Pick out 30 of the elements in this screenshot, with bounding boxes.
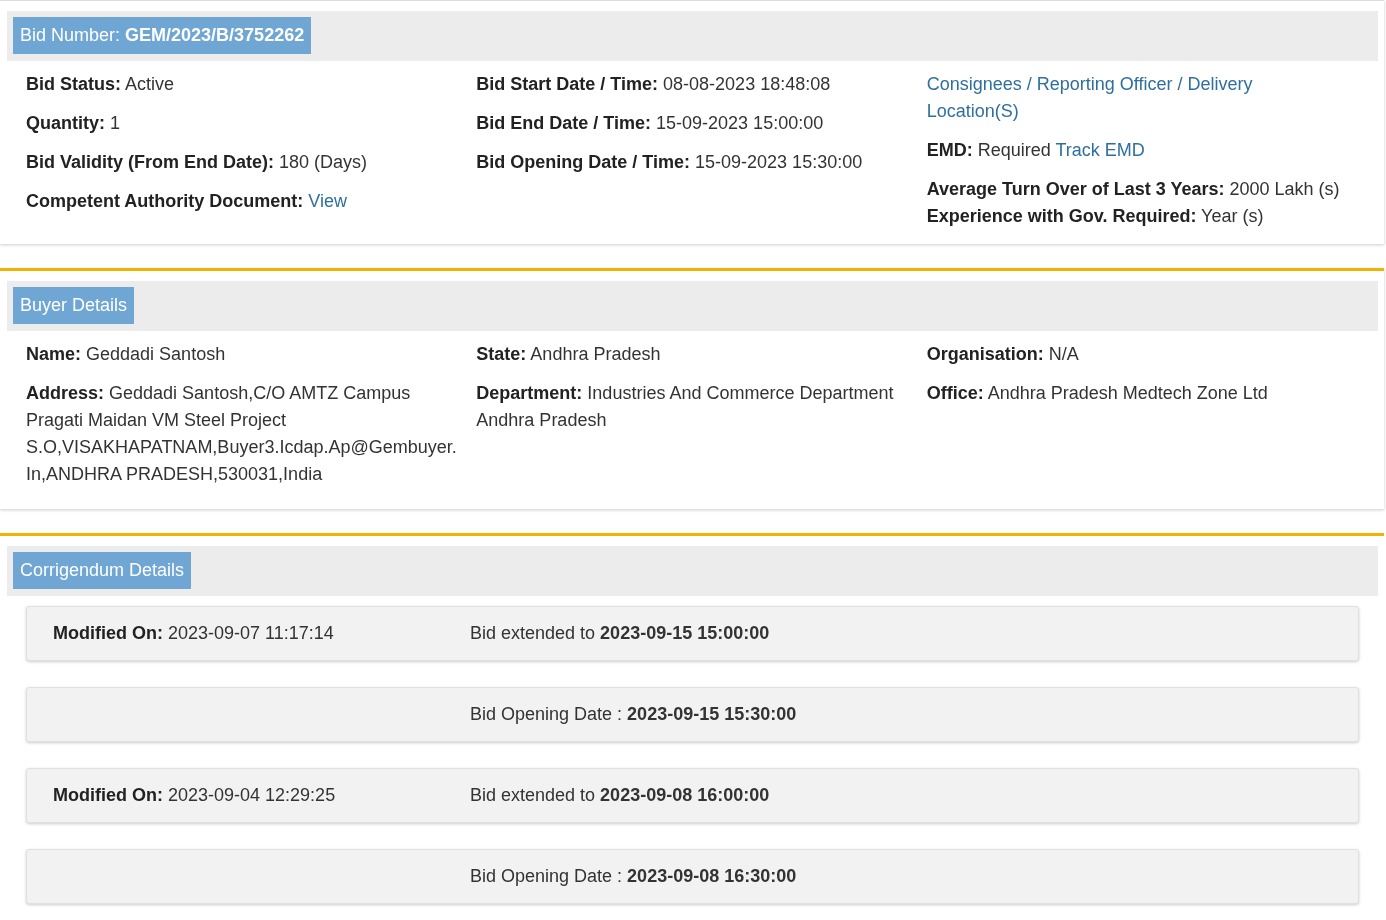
field-label: Modified On: bbox=[53, 785, 163, 805]
field-text: Bid Opening Date / Time: 15-09-2023 15:30:00 bbox=[476, 151, 864, 174]
field-value: 2023-09-04 12:29:25 bbox=[168, 785, 336, 805]
corrigendum-description: Bid extended to 2023-09-08 16:00:00 bbox=[470, 784, 770, 807]
link[interactable]: Consignees / Reporting Officer / Delivery Location(S) bbox=[926, 71, 1287, 125]
field-text: Name: Geddadi Santosh bbox=[26, 343, 227, 366]
link[interactable]: Track EMD bbox=[1055, 140, 1145, 160]
field-text: Competent Authority Document: View bbox=[26, 190, 349, 213]
corrigendum-description: Bid extended to 2023-09-15 15:00:00 bbox=[470, 622, 770, 645]
section-title: Corrigendum Details bbox=[13, 552, 192, 589]
field-text: Address: Geddadi Santosh,C/O AMTZ Campus Pragati Maidan VM Steel Project S.O,VISAKHAPATNAM,Buyer3.Icdap.Ap@Gembuyer.In,ANDHRA PRADESH,530031,India bbox=[26, 382, 458, 486]
field-text: Organisation: N/A bbox=[926, 343, 1080, 366]
corrigendum-description: Bid Opening Date : 2023-09-08 16:30:00 bbox=[470, 865, 797, 888]
field-text: Bid Start Date / Time: 08-08-2023 18:48:08 bbox=[476, 73, 832, 96]
field-text: Bid Validity (From End Date): 180 (Days) bbox=[26, 151, 369, 174]
field-value: 2023-09-07 11:17:14 bbox=[168, 623, 334, 643]
field-text: EMD: Required Track EMD bbox=[926, 139, 1146, 162]
field-text: State: Andhra Pradesh bbox=[476, 343, 662, 366]
field-text: Average Turn Over of Last 3 Years: 2000 Lakh (s) bbox=[926, 178, 1341, 201]
corrigendum-description: Bid Opening Date : 2023-09-15 15:30:00 bbox=[470, 703, 797, 726]
link[interactable]: View bbox=[308, 191, 348, 211]
field-text: Bid End Date / Time: 15-09-2023 15:00:00 bbox=[476, 112, 825, 135]
field-text: Office: Andhra Pradesh Medtech Zone Ltd bbox=[926, 382, 1269, 405]
field-text: Department: Industries And Commerce Department Andhra Pradesh bbox=[476, 382, 895, 432]
field-text: Quantity: 1 bbox=[26, 112, 122, 135]
section-title: Buyer Details bbox=[13, 287, 135, 324]
section-title: Bid Number: GEM/2023/B/3752262 bbox=[13, 17, 312, 54]
field-text: Bid Status: Active bbox=[26, 73, 176, 96]
field-label: Modified On: bbox=[53, 623, 163, 643]
field-text: Experience with Gov. Required: Year (s) bbox=[926, 205, 1265, 228]
